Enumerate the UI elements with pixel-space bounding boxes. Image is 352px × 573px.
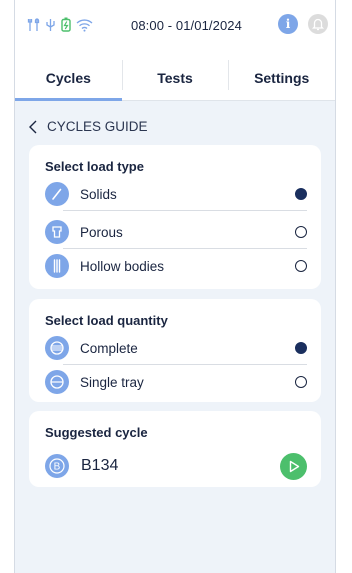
load-quantity-option-single-tray[interactable]: Single tray [45, 365, 307, 399]
radio-unselected[interactable] [295, 226, 307, 238]
tab-cycles[interactable]: Cycles [15, 56, 122, 101]
status-bar: 08:00 - 01/01/2024 i [15, 0, 335, 56]
option-label: Porous [80, 224, 123, 240]
solids-icon [45, 182, 69, 206]
complete-icon [45, 336, 69, 360]
load-quantity-option-complete[interactable]: Complete [45, 331, 307, 365]
back-breadcrumb[interactable]: CYCLES GUIDE [29, 119, 148, 134]
start-cycle-button[interactable] [280, 452, 307, 480]
radio-unselected[interactable] [295, 376, 307, 388]
device-screen: 08:00 - 01/01/2024 i Cycles Tests Settin… [14, 0, 336, 573]
tab-settings[interactable]: Settings [228, 56, 335, 100]
single-tray-icon [45, 370, 69, 394]
battery-icon [61, 17, 71, 32]
play-icon [289, 460, 300, 472]
option-label: Solids [80, 186, 117, 202]
suggested-cycle-name: B134 [81, 457, 119, 474]
load-type-title: Select load type [45, 159, 144, 174]
tools-icon [27, 17, 40, 31]
load-quantity-card: Select load quantity Complete Single tra… [29, 299, 321, 402]
notification-button[interactable] [308, 14, 328, 34]
radio-unselected[interactable] [295, 260, 307, 272]
load-quantity-title: Select load quantity [45, 313, 168, 328]
usb-icon [46, 18, 55, 31]
wifi-icon [76, 18, 93, 32]
cycle-b-icon: B [45, 454, 69, 478]
option-label: Hollow bodies [80, 258, 165, 274]
tab-tests[interactable]: Tests [121, 56, 229, 100]
status-icons [27, 17, 93, 32]
cycle-badge-text: B [54, 462, 61, 473]
load-type-card: Select load type Solids Porous Hollow bo… [29, 145, 321, 289]
chevron-left-icon [29, 120, 37, 133]
radio-selected[interactable] [295, 188, 307, 200]
suggested-cycle-title: Suggested cycle [45, 425, 148, 440]
page-title: CYCLES GUIDE [47, 119, 148, 134]
load-type-option-porous[interactable]: Porous [45, 215, 307, 249]
hollow-bodies-icon [45, 254, 69, 278]
porous-icon [45, 220, 69, 244]
option-label: Complete [80, 340, 138, 356]
load-type-option-solids[interactable]: Solids [45, 177, 307, 211]
info-button[interactable]: i [278, 14, 298, 34]
radio-selected[interactable] [295, 342, 307, 354]
load-type-option-hollow-bodies[interactable]: Hollow bodies [45, 249, 307, 283]
tab-bar: Cycles Tests Settings [15, 56, 335, 101]
datetime-display: 08:00 - 01/01/2024 [131, 18, 242, 33]
bell-icon [311, 18, 325, 31]
suggested-cycle-row: B B134 [45, 449, 307, 483]
option-label: Single tray [80, 374, 144, 390]
suggested-cycle-card: Suggested cycle B B134 [29, 411, 321, 487]
